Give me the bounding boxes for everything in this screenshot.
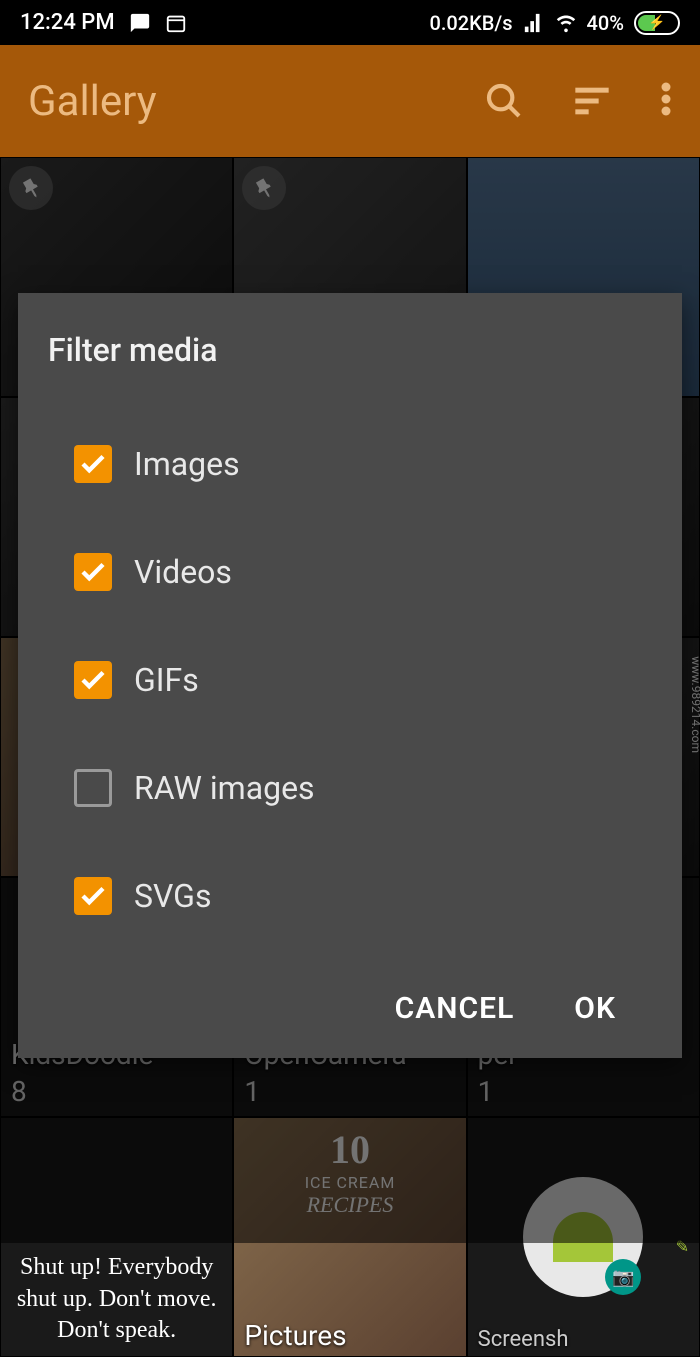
filter-option-svgs[interactable]: SVGs [48,853,652,939]
option-label: SVGs [134,877,211,915]
ok-button[interactable]: OK [574,991,616,1026]
data-rate: 0.02KB/s [430,11,513,35]
checkbox-checked-icon[interactable] [74,877,112,915]
battery-pct: 40% [587,11,624,35]
option-label: GIFs [134,661,199,699]
option-label: Images [134,445,240,483]
filter-option-gifs[interactable]: GIFs [48,637,652,723]
cancel-button[interactable]: CANCEL [395,991,515,1026]
filter-option-raw[interactable]: RAW images [48,745,652,831]
sort-icon[interactable] [572,81,612,121]
checkbox-checked-icon[interactable] [74,445,112,483]
watermark: www.989214.com [689,656,700,753]
checkbox-unchecked-icon[interactable] [74,769,112,807]
album-name: Screensh [468,1323,699,1356]
quote-text: Shut up! Everybody shut up. Don't move. … [1,1242,232,1356]
checkbox-checked-icon[interactable] [74,661,112,699]
battery-icon: ⚡ [634,11,680,35]
filter-media-dialog: Filter media Images Videos GIFs RAW imag… [18,293,682,1058]
camera-badge-icon: 📷 [605,1259,641,1295]
dialog-title: Filter media [48,331,652,369]
status-time: 12:24 PM [20,10,115,35]
more-icon[interactable] [660,81,672,121]
option-label: Videos [134,553,232,591]
album-name: Pictures [234,1315,465,1356]
option-label: RAW images [134,769,315,807]
app-title: Gallery [28,77,157,126]
calendar-icon [165,12,187,34]
search-icon[interactable] [484,81,524,121]
app-bar: Gallery [0,45,700,157]
filter-option-images[interactable]: Images [48,421,652,507]
signal-icon [523,12,545,34]
checkbox-checked-icon[interactable] [74,553,112,591]
status-bar: 12:24 PM 0.02KB/s 40% ⚡ [0,0,700,45]
filter-option-videos[interactable]: Videos [48,529,652,615]
messages-icon [129,12,151,34]
wifi-icon [555,12,577,34]
